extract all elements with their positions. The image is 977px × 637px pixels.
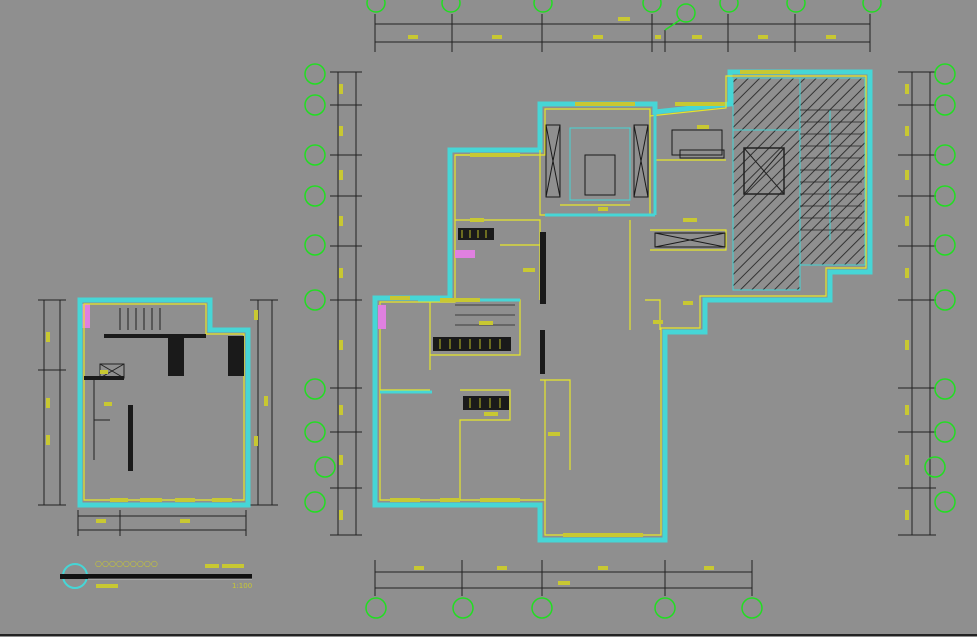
bottom-dimension-marks [414,566,714,585]
small-plan-interior [93,308,161,460]
scale-label: 1:100 [232,582,252,590]
interior-partitions [380,110,727,500]
small-plan-windows [100,370,232,502]
right-dimension-marks [905,84,909,520]
window-strips [390,70,790,537]
top-axis-bubbles [366,0,882,31]
furniture-blocks [545,124,726,248]
left-dimension-marks [339,84,343,520]
title-block: ○○○○○○○○○ 1:100 [60,559,252,590]
top-dimension-marks [408,17,836,39]
room-tags [470,125,709,436]
left-axis-bubbles [304,63,336,513]
inner-cyan-walls [380,104,657,394]
floor-plan-drawing: ○○○○○○○○○ 1:100 [0,0,977,636]
right-dimension-lines [898,71,936,536]
bottom-dimension-lines [374,560,753,596]
title-dots: ○○○○○○○○○ [95,559,158,568]
magenta-fixtures [82,250,475,329]
bottom-axis-bubbles [365,597,763,619]
